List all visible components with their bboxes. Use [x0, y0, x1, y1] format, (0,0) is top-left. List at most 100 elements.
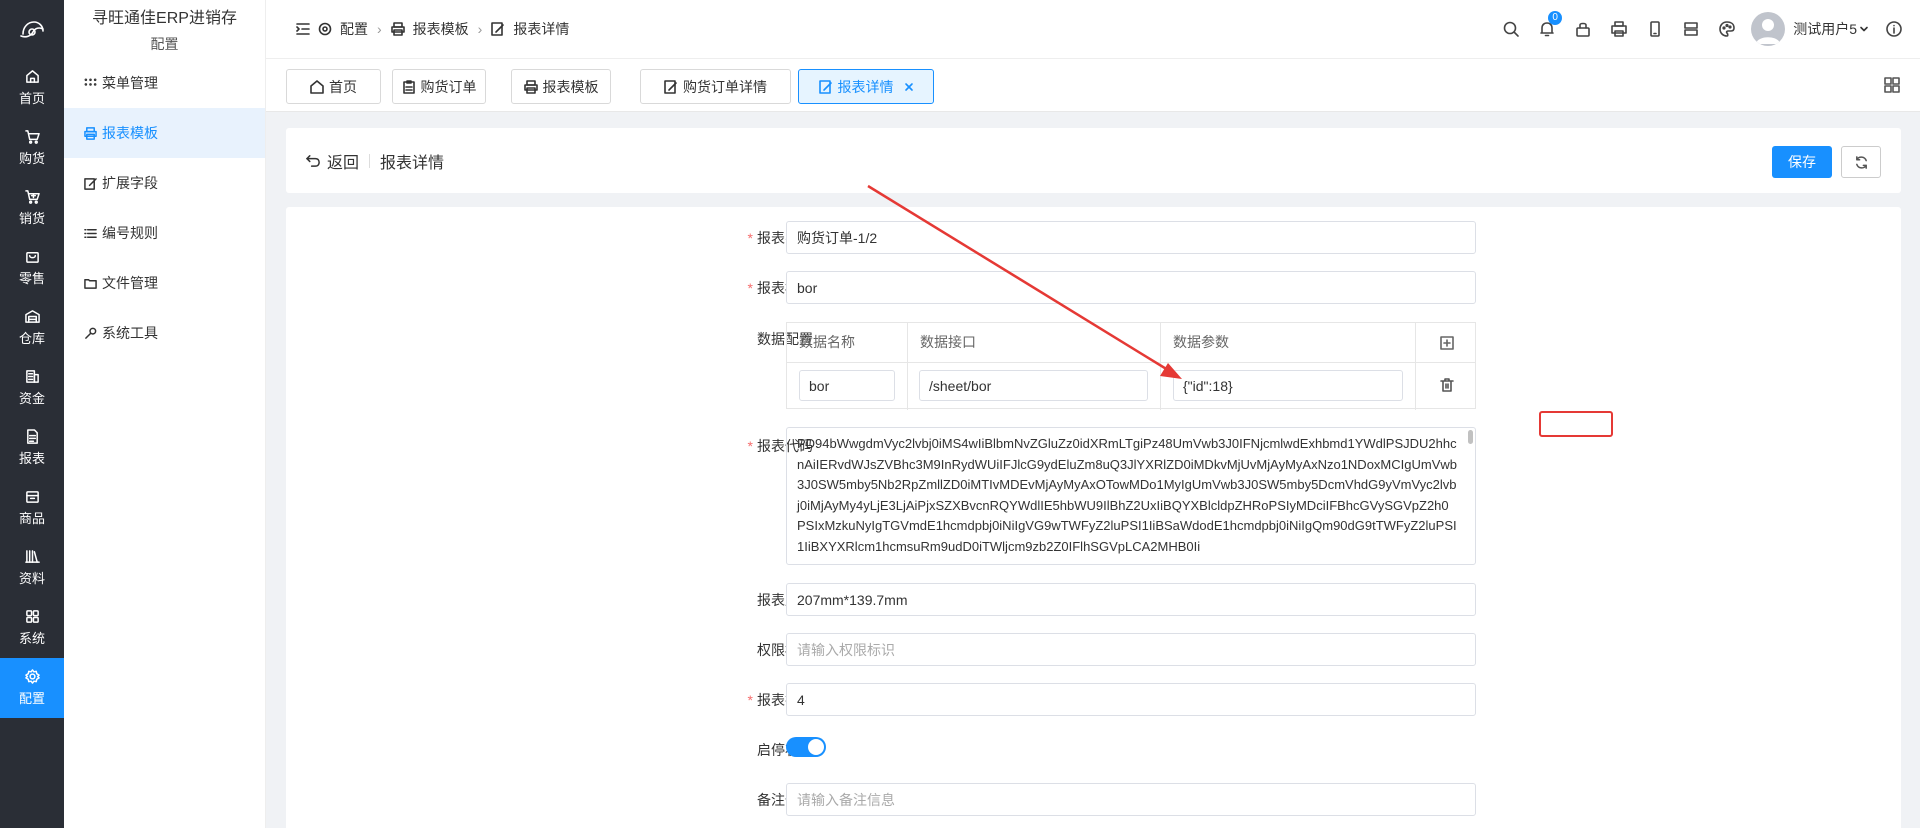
- cart-icon: [24, 189, 40, 204]
- notification-badge: 0: [1548, 11, 1563, 25]
- status-toggle[interactable]: [786, 737, 826, 757]
- avatar: [1751, 12, 1786, 46]
- tab-label: 购货订单详情: [683, 78, 767, 95]
- sidebar-item-label: 报表模板: [102, 125, 158, 141]
- add-row-icon[interactable]: [1440, 336, 1454, 350]
- data-config-table: 数据名称 数据接口 数据参数 bor /sheet/bor {"id":18}: [786, 322, 1613, 437]
- gear-icon: [24, 669, 40, 684]
- tab-purchase-order[interactable]: 购货订单: [392, 69, 486, 104]
- rail-item-funds[interactable]: 资金: [0, 358, 64, 418]
- user-menu[interactable]: 测试用户5: [1751, 12, 1869, 46]
- report-name-input[interactable]: 购货订单-1/2: [786, 221, 1476, 254]
- rail-item-data[interactable]: 资料: [0, 538, 64, 598]
- permission-input[interactable]: 请输入权限标识: [786, 633, 1476, 666]
- grid-icon: [25, 609, 40, 624]
- table-cell: /sheet/bor: [908, 363, 1161, 410]
- back-button[interactable]: 返回: [306, 149, 359, 173]
- printer-icon[interactable]: [1610, 20, 1628, 38]
- rail-item-home[interactable]: 首页: [0, 58, 64, 118]
- back-arrow-icon: [306, 153, 321, 168]
- rail-item-label: 资料: [18, 571, 45, 586]
- sidebar-item-file-management[interactable]: 文件管理: [64, 258, 265, 308]
- sidebar-item-extended-fields[interactable]: 扩展字段: [64, 158, 265, 208]
- data-api-input[interactable]: /sheet/bor: [919, 370, 1148, 401]
- report-key-input[interactable]: bor: [786, 271, 1476, 304]
- divider: [369, 153, 371, 168]
- rail-item-label: 首页: [18, 91, 45, 106]
- collapse-menu-icon[interactable]: [296, 22, 310, 36]
- refresh-icon: [1854, 155, 1869, 170]
- goods-icon: [25, 489, 40, 504]
- rail-item-warehouse[interactable]: 仓库: [0, 298, 64, 358]
- scrollbar-thumb[interactable]: [1468, 430, 1473, 444]
- table-header-name: 数据名称: [787, 323, 908, 362]
- breadcrumb-item[interactable]: 配置: [340, 19, 368, 39]
- app-logo: [0, 0, 64, 58]
- edit-document-icon: [491, 22, 505, 36]
- sidebar-item-system-tools[interactable]: 系统工具: [64, 308, 265, 358]
- printer-icon: [523, 79, 538, 94]
- palette-icon[interactable]: [1718, 20, 1736, 38]
- close-icon[interactable]: [904, 82, 914, 92]
- report-code-value: PD94bWwgdmVyc2lvbj0iMS4wIiBlbmNvZGluZz0i…: [797, 436, 1457, 554]
- home-icon: [25, 69, 40, 84]
- tab-report-detail[interactable]: 报表详情: [798, 69, 934, 104]
- rail-item-purchase[interactable]: 购货: [0, 118, 64, 178]
- breadcrumb-item[interactable]: 报表模板: [413, 19, 469, 39]
- sidebar-item-report-templates[interactable]: 报表模板: [64, 108, 265, 158]
- layout-icon[interactable]: [1682, 20, 1700, 38]
- lock-icon[interactable]: [1574, 20, 1592, 38]
- rail-item-system[interactable]: 系统: [0, 598, 64, 658]
- rail-item-config[interactable]: 配置: [0, 658, 64, 718]
- edit-icon: [84, 177, 97, 190]
- top-header: 配置 › 报表模板 › 报表详情 0 测试用户5: [266, 0, 1920, 58]
- data-name-input[interactable]: bor: [799, 370, 895, 401]
- rail-item-sales[interactable]: 销货: [0, 178, 64, 238]
- rail-item-label: 零售: [18, 271, 45, 286]
- warehouse-icon: [24, 309, 40, 324]
- rail-item-goods[interactable]: 商品: [0, 478, 64, 538]
- left-rail: 首页 购货 销货 零售 仓库 资金 报表 商品 资料 系统 配置: [0, 0, 64, 828]
- data-params-input[interactable]: {"id":18}: [1173, 370, 1403, 401]
- tab-report-templates[interactable]: 报表模板: [511, 69, 611, 104]
- page-header: 返回 报表详情 保存: [286, 128, 1901, 193]
- tab-purchase-order-detail[interactable]: 购货订单详情: [640, 69, 791, 104]
- refresh-button[interactable]: [1841, 146, 1881, 178]
- edit-document-icon: [664, 79, 678, 94]
- tab-label: 购货订单: [420, 78, 477, 95]
- edit-document-icon: [818, 79, 833, 94]
- bell-icon[interactable]: 0: [1538, 11, 1563, 38]
- rail-item-label: 系统: [18, 631, 45, 646]
- delete-icon[interactable]: [1440, 378, 1454, 392]
- user-icon: [1751, 12, 1785, 46]
- mobile-icon[interactable]: [1646, 20, 1664, 38]
- sidebar-item-menu-management[interactable]: 菜单管理: [64, 58, 265, 108]
- sidebar-item-label: 菜单管理: [102, 75, 158, 91]
- tab-label: 报表模板: [542, 78, 599, 95]
- save-button[interactable]: 保存: [1772, 146, 1832, 178]
- table-header-params: 数据参数: [1161, 323, 1416, 362]
- info-icon[interactable]: [1885, 20, 1903, 38]
- table-cell: bor: [787, 363, 908, 410]
- books-icon: [24, 549, 40, 564]
- report-icon: [25, 429, 40, 444]
- remark-input[interactable]: 请输入备注信息: [786, 783, 1476, 816]
- grid-menu-icon[interactable]: [1884, 77, 1900, 93]
- rail-item-retail[interactable]: 零售: [0, 238, 64, 298]
- tab-home[interactable]: 首页: [286, 69, 381, 104]
- sidebar-item-numbering-rules[interactable]: 编号规则: [64, 208, 265, 258]
- report-form: * 报表名称 购货订单-1/2 * 报表标识 bor 数据配置 数据名称 数据接口 …: [286, 207, 1901, 828]
- tab-label: 首页: [329, 78, 357, 95]
- search-icon[interactable]: [1502, 20, 1520, 38]
- sort-order-input[interactable]: 4: [786, 683, 1476, 716]
- page-title: 报表详情: [380, 154, 445, 172]
- rail-item-reports[interactable]: 报表: [0, 418, 64, 478]
- chevron-down-icon: [1859, 24, 1869, 34]
- sidebar: 寻旺通佳ERP进销存 配置 菜单管理 报表模板 扩展字段 编号规则 文件管理 系…: [64, 0, 266, 828]
- rail-item-label: 报表: [18, 451, 45, 466]
- report-size-input[interactable]: 207mm*139.7mm: [786, 583, 1476, 616]
- sidebar-item-label: 系统工具: [102, 325, 158, 341]
- rail-item-label: 商品: [18, 511, 45, 526]
- report-code-textarea[interactable]: PD94bWwgdmVyc2lvbj0iMS4wIiBlbmNvZGluZz0i…: [786, 427, 1476, 565]
- tab-bar: 首页 购货订单 报表模板 购货订单详情 报表详情: [266, 58, 1920, 112]
